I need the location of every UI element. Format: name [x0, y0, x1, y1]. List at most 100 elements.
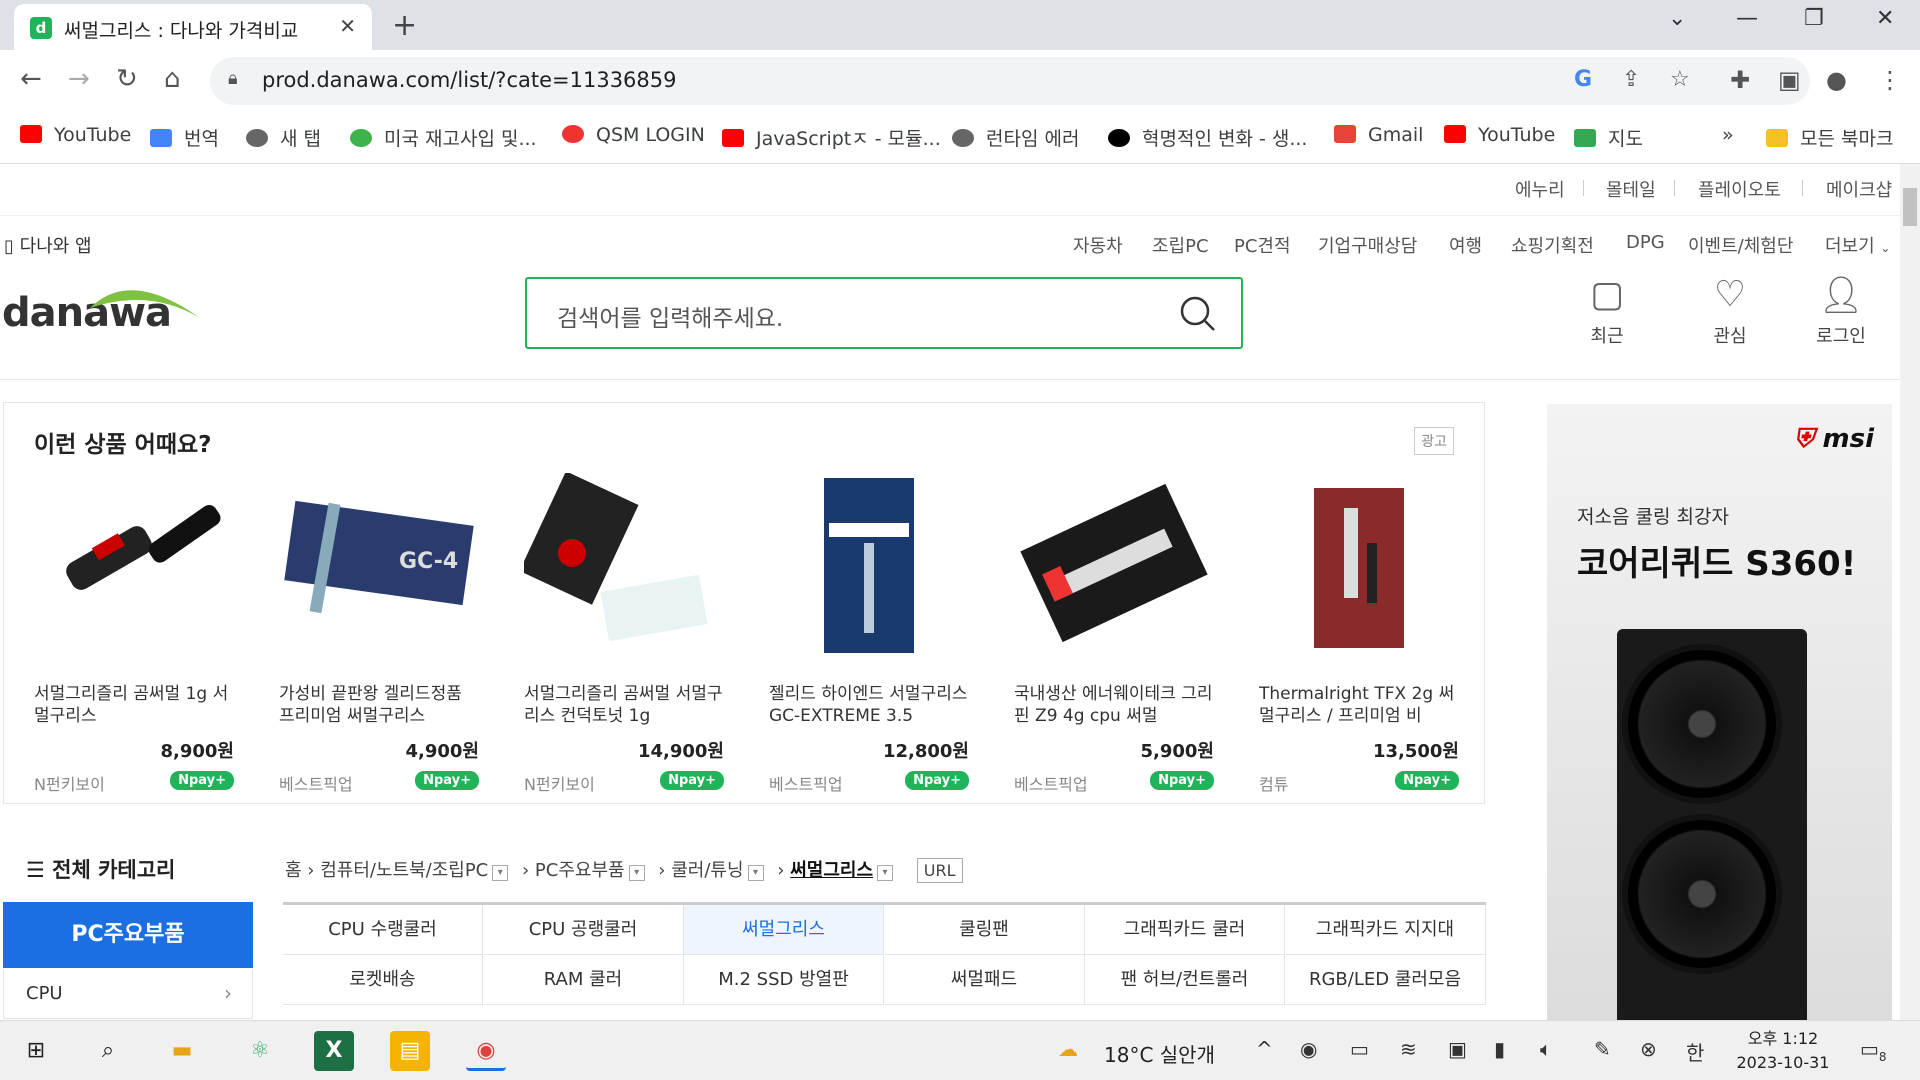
menu-kebab-icon[interactable]: ⋮ — [1878, 66, 1902, 94]
page-scrollbar[interactable] — [1900, 164, 1920, 1020]
all-categories-button[interactable]: ☰ 전체 카테고리 — [26, 854, 175, 884]
subcategory-item[interactable]: 로켓배송 — [283, 955, 483, 1005]
bookmark-gmail[interactable]: Gmail — [1334, 124, 1423, 146]
link-playauto[interactable]: 플레이오토 — [1698, 176, 1781, 202]
nav-more[interactable]: 더보기 ⌄ — [1825, 232, 1890, 258]
active-tab[interactable]: d 써멀그리스 : 다나와 가격비교 ✕ — [14, 4, 372, 50]
forward-button[interactable]: → — [68, 64, 90, 94]
product-image[interactable] — [1014, 473, 1214, 663]
recent-button[interactable]: ▢ 최근 — [1562, 274, 1652, 348]
lock-icon[interactable]: 🔒︎ — [228, 68, 238, 89]
side-category-header[interactable]: PC주요부품 — [3, 902, 253, 968]
extensions-icon[interactable]: ✚ — [1730, 66, 1750, 94]
chevron-down-icon[interactable]: ▾ — [747, 865, 764, 881]
clock[interactable]: 오후 1:12 2023-10-31 — [1728, 1027, 1838, 1075]
volume-icon[interactable]: 🔈︎ — [1540, 1037, 1552, 1061]
bookmark-youtube[interactable]: YouTube — [20, 124, 131, 146]
breadcrumb-home[interactable]: 홈 — [285, 860, 302, 881]
bookmark-qsm[interactable]: QSM LOGIN — [562, 124, 705, 146]
camera-icon[interactable]: ▭ — [1350, 1037, 1369, 1061]
product-image[interactable] — [769, 473, 969, 663]
link-enuri[interactable]: 에누리 — [1515, 176, 1565, 202]
chevron-up-icon[interactable]: ^ — [1256, 1037, 1273, 1061]
nav-dpg[interactable]: DPG — [1626, 232, 1665, 253]
product-image[interactable] — [519, 471, 724, 663]
atom-app-icon[interactable]: ⚛ — [240, 1031, 280, 1071]
product-image[interactable] — [1259, 473, 1459, 663]
product-card[interactable]: GC-4 가성비 끝판왕 겔리드정품 프리미엄 써멀구리스 4,900원 베스트… — [279, 473, 479, 794]
subcategory-item[interactable]: 써멀그리스 — [684, 905, 884, 955]
chevron-down-icon[interactable]: ▾ — [877, 865, 894, 881]
breadcrumb-thermal-grease[interactable]: 써멀그리스 — [790, 860, 873, 881]
nav-car[interactable]: 자동차 — [1073, 232, 1123, 258]
bookmark-star-icon[interactable]: ☆ — [1670, 67, 1690, 92]
all-bookmarks[interactable]: 모든 북마크 — [1766, 124, 1893, 151]
pen-icon[interactable]: ✎ — [1594, 1037, 1611, 1061]
subcategory-item[interactable]: RAM 쿨러 — [483, 955, 684, 1005]
wifi-icon[interactable]: ≋ — [1400, 1037, 1417, 1061]
record-icon[interactable]: ◉ — [1300, 1037, 1317, 1061]
bookmark-translate[interactable]: 번역 — [150, 124, 219, 151]
nav-custom-pc[interactable]: 조립PC — [1152, 232, 1209, 258]
chrome-icon[interactable]: ◉ — [466, 1031, 506, 1071]
bookmark-maps[interactable]: 지도 — [1574, 124, 1643, 151]
side-panel-icon[interactable]: ▣ — [1778, 66, 1801, 94]
nav-corporate[interactable]: 기업구매상담 — [1318, 232, 1417, 258]
product-card[interactable]: 서멀그리즐리 곰써멀 서멀구리스 컨덕토넛 1g 14,900원 N펀키보이 Np… — [519, 471, 724, 794]
product-name[interactable]: Thermalright TFX 2g 써멀구리스 / 프리미엄 비 — [1259, 683, 1459, 727]
url-copy-button[interactable]: URL — [916, 858, 963, 883]
bookmark-runtime-error[interactable]: 런타임 에러 — [952, 124, 1079, 151]
search-icon[interactable] — [1179, 295, 1217, 333]
bookmark-youtube-2[interactable]: YouTube — [1444, 124, 1555, 146]
breadcrumb-cooler[interactable]: 쿨러/튜닝 — [671, 860, 743, 881]
close-window-button[interactable]: ✕ — [1876, 6, 1894, 31]
product-card[interactable]: 젤리드 하이엔드 서멀구리스 GC-EXTREME 3.5 12,800원 베스… — [769, 473, 969, 794]
subcategory-item[interactable]: M.2 SSD 방열판 — [684, 955, 884, 1005]
ime-indicator[interactable]: 한 — [1686, 1037, 1704, 1066]
bookmark-javascript[interactable]: JavaScriptㅈ - 모듈... — [722, 124, 941, 151]
breadcrumb-pc-parts[interactable]: PC주요부품 — [535, 860, 625, 881]
search-icon[interactable]: ⌕ — [88, 1031, 128, 1071]
windows-start-icon[interactable]: ⊞ — [16, 1031, 56, 1071]
bookmark-new-tab[interactable]: 새 탭 — [246, 124, 321, 151]
file-explorer-icon[interactable]: ▬ — [162, 1031, 202, 1071]
bookmarks-overflow[interactable]: » — [1722, 124, 1734, 146]
notification-icon[interactable]: ▭8 — [1860, 1037, 1887, 1064]
subcategory-item[interactable]: 팬 허브/컨트롤러 — [1085, 955, 1285, 1005]
product-name[interactable]: 국내생산 에너웨이테크 그리핀 Z9 4g cpu 써멀 — [1014, 683, 1214, 727]
subcategory-item[interactable]: 써멀패드 — [884, 955, 1085, 1005]
back-button[interactable]: ← — [20, 64, 42, 94]
google-translate-icon[interactable]: G — [1574, 67, 1592, 92]
subcategory-item[interactable]: 그래픽카드 지지대 — [1285, 905, 1486, 955]
minimize-button[interactable]: — — [1736, 6, 1758, 31]
danawa-app-link[interactable]: ▯ 다나와 앱 — [4, 232, 92, 258]
product-image[interactable]: GC-4 — [279, 473, 479, 663]
weather-icon[interactable]: ☁ — [1058, 1037, 1078, 1061]
restore-button[interactable]: ❐ — [1804, 6, 1824, 31]
display-icon[interactable]: ▣ — [1448, 1037, 1467, 1061]
product-name[interactable]: 서멀그리즐리 곰써멀 1g 서멀구리스 — [34, 683, 234, 727]
msi-ad-banner[interactable]: ⛨ msi 저소음 쿨링 최강자 코어리퀴드 S360! — [1547, 404, 1892, 1020]
profile-avatar-icon[interactable]: ● — [1826, 66, 1847, 94]
subcategory-item[interactable]: 그래픽카드 쿨러 — [1085, 905, 1285, 955]
scrollbar-thumb[interactable] — [1903, 188, 1917, 226]
chevron-down-icon[interactable]: ▾ — [492, 865, 509, 881]
subcategory-item[interactable]: CPU 공랭쿨러 — [483, 905, 684, 955]
weather-text[interactable]: 18°C 실안개 — [1104, 1039, 1215, 1068]
product-image[interactable] — [34, 473, 234, 663]
new-tab-button[interactable]: + — [392, 8, 417, 43]
notes-app-icon[interactable]: ▤ — [390, 1031, 430, 1071]
subcategory-item[interactable]: 쿨링팬 — [884, 905, 1085, 955]
nav-events[interactable]: 이벤트/체험단 — [1688, 232, 1793, 258]
reload-button[interactable]: ↻ — [116, 64, 138, 94]
nav-travel[interactable]: 여행 — [1449, 232, 1482, 258]
subcategory-item[interactable]: CPU 수랭쿨러 — [283, 905, 483, 955]
product-card[interactable]: Thermalright TFX 2g 써멀구리스 / 프리미엄 비 13,50… — [1259, 473, 1459, 794]
wishlist-button[interactable]: ♡ 관심 — [1685, 274, 1775, 348]
breadcrumb-computer[interactable]: 컴퓨터/노트북/조립PC — [320, 860, 488, 881]
product-name[interactable]: 서멀그리즐리 곰써멀 서멀구리스 컨덕토넛 1g — [524, 683, 724, 727]
search-box[interactable]: 검색어를 입력해주세요. — [525, 277, 1243, 349]
nav-pc-quote[interactable]: PC견적 — [1234, 232, 1291, 258]
danawa-logo[interactable]: danawa — [2, 290, 200, 336]
product-name[interactable]: 젤리드 하이엔드 서멀구리스 GC-EXTREME 3.5 — [769, 683, 969, 727]
